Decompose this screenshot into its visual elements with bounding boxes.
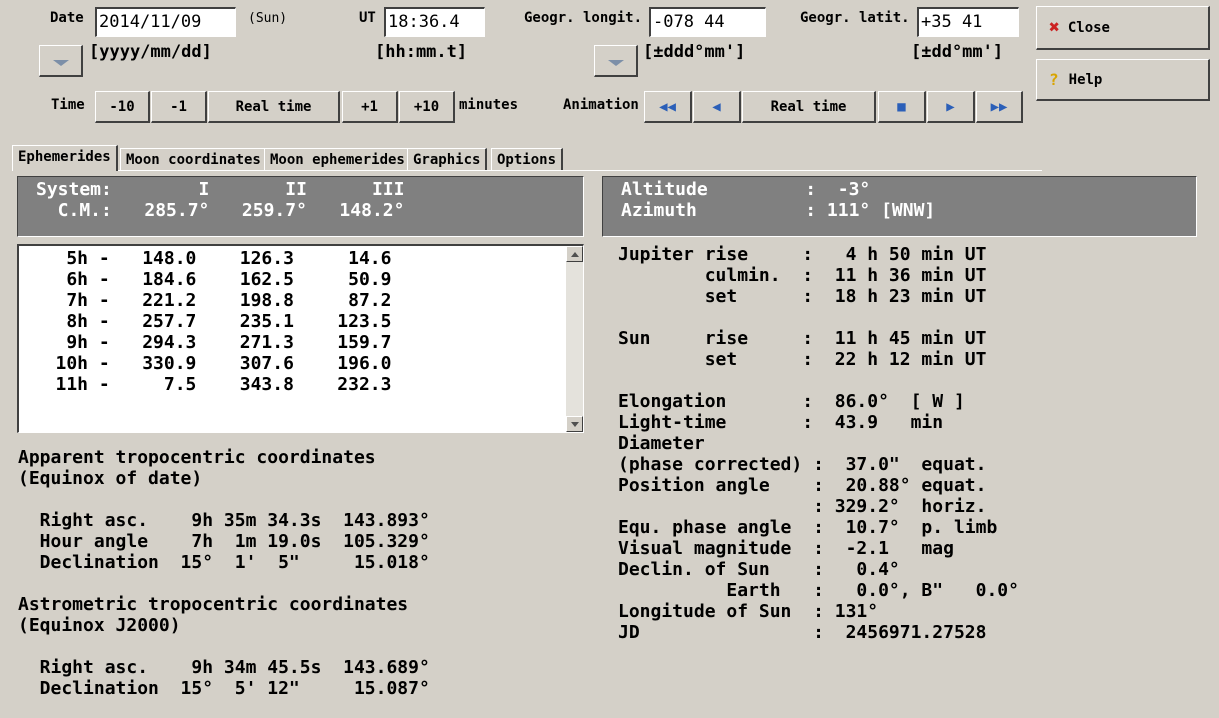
- longitude-label: Geogr. longit.: [524, 10, 643, 26]
- help-label: Help: [1068, 71, 1103, 88]
- tab-ephemerides[interactable]: Ephemerides: [12, 145, 118, 171]
- cm-table-list[interactable]: 5h - 148.0 126.3 14.6 6h - 184.6 162.5 5…: [17, 244, 584, 433]
- apparent-right-ascension: Right asc. 9h 35m 34.3s 143.893°: [18, 510, 430, 531]
- info-line: Position angle : 20.88° equat.: [618, 475, 987, 496]
- date-dropdown-button[interactable]: [39, 45, 83, 77]
- date-field[interactable]: 2014/11/09: [95, 7, 236, 37]
- fast-rewind-icon: ◀◀: [659, 98, 676, 115]
- apparent-title: Apparent tropocentric coordinates: [18, 447, 376, 468]
- list-item: 5h - 148.0 126.3 14.6: [23, 248, 392, 269]
- animation-label: Animation: [563, 97, 639, 113]
- fast-forward-icon: ▶▶: [990, 98, 1008, 115]
- scroll-down-icon[interactable]: [566, 416, 583, 432]
- close-label: Close: [1067, 19, 1110, 36]
- latitude-format-hint: [±dd°mm']: [911, 42, 1004, 62]
- info-line: Equ. phase angle : 10.7° p. limb: [618, 517, 998, 538]
- astrometric-right-ascension: Right asc. 9h 34m 45.5s 143.689°: [18, 657, 430, 678]
- minutes-label: minutes: [459, 97, 519, 113]
- animation-forward-button[interactable]: ▶: [927, 91, 975, 123]
- azimuth-value: Azimuth : 111° [WNW]: [621, 200, 936, 221]
- animation-realtime-button[interactable]: Real time: [742, 91, 876, 123]
- longitude-field[interactable]: -078 44: [649, 7, 766, 37]
- info-line: Sun rise : 11 h 45 min UT: [618, 328, 987, 349]
- close-icon: ✖: [1049, 17, 1060, 38]
- info-line: Earth : 0.0°, B" 0.0°: [618, 580, 1019, 601]
- stop-icon: ■: [897, 98, 906, 115]
- longitude-dropdown-button[interactable]: [594, 45, 638, 77]
- info-line: Declin. of Sun : 0.4°: [618, 559, 900, 580]
- ut-format-hint: [hh:mm.t]: [375, 42, 468, 62]
- weekday-label: (Sun): [248, 11, 288, 26]
- tab-moon-ephemerides[interactable]: Moon ephemerides: [264, 148, 412, 170]
- step-forward-icon: ▶: [946, 98, 955, 115]
- list-item: 11h - 7.5 343.8 232.3: [23, 374, 392, 395]
- list-item: 9h - 294.3 271.3 159.7: [23, 332, 392, 353]
- apparent-subtitle: (Equinox of date): [18, 468, 203, 489]
- latitude-label: Geogr. latit.: [800, 10, 910, 26]
- time-minus10-button[interactable]: -10: [95, 91, 150, 123]
- info-line: Diameter: [618, 433, 705, 454]
- info-line: set : 18 h 23 min UT: [618, 286, 987, 307]
- apparent-declination: Declination 15° 1' 5" 15.018°: [18, 552, 430, 573]
- central-meridian-panel: System: I II III C.M.: 285.7° 259.7° 148…: [17, 176, 584, 237]
- animation-fast-forward-button[interactable]: ▶▶: [976, 91, 1023, 123]
- info-line: culmin. : 11 h 36 min UT: [618, 265, 987, 286]
- date-format-hint: [yyyy/mm/dd]: [89, 42, 212, 62]
- info-line: Elongation : 86.0° [ W ]: [618, 391, 965, 412]
- time-label: Time: [51, 97, 85, 113]
- astrometric-title: Astrometric tropocentric coordinates: [18, 594, 409, 615]
- info-line: Jupiter rise : 4 h 50 min UT: [618, 244, 987, 265]
- info-line: : 329.2° horiz.: [618, 496, 987, 517]
- info-line: Longitude of Sun : 131°: [618, 601, 879, 622]
- vertical-scrollbar[interactable]: [566, 246, 583, 432]
- date-label: Date: [50, 10, 84, 26]
- apparent-hour-angle: Hour angle 7h 1m 19.0s 105.329°: [18, 531, 430, 552]
- info-line: set : 22 h 12 min UT: [618, 349, 987, 370]
- tab-options[interactable]: Options: [491, 148, 564, 170]
- list-item: 7h - 221.2 198.8 87.2: [23, 290, 392, 311]
- tab-graphics[interactable]: Graphics: [407, 148, 488, 170]
- time-realtime-button[interactable]: Real time: [208, 91, 340, 123]
- info-line: Light-time : 43.9 min: [618, 412, 944, 433]
- step-back-icon: ◀: [712, 98, 721, 115]
- time-minus1-button[interactable]: -1: [151, 91, 207, 123]
- close-button[interactable]: ✖ Close: [1036, 6, 1210, 50]
- altitude-azimuth-panel: Altitude : -3° Azimuth : 111° [WNW]: [602, 176, 1197, 237]
- time-plus1-button[interactable]: +1: [342, 91, 398, 123]
- scroll-up-icon[interactable]: [566, 246, 583, 262]
- info-line: (phase corrected) : 37.0" equat.: [618, 454, 987, 475]
- cm-system-header: System: I II III: [36, 179, 405, 200]
- animation-fast-back-button[interactable]: ◀◀: [644, 91, 692, 123]
- ut-label: UT: [359, 10, 376, 26]
- animation-stop-button[interactable]: ■: [878, 91, 926, 123]
- longitude-format-hint: [±ddd°mm']: [643, 42, 746, 62]
- list-item: 6h - 184.6 162.5 50.9: [23, 269, 392, 290]
- time-plus10-button[interactable]: +10: [399, 91, 455, 123]
- tab-baseline: [12, 170, 1042, 171]
- help-icon: ?: [1049, 70, 1059, 89]
- info-line: Visual magnitude : -2.1 mag: [618, 538, 954, 559]
- info-line: JD : 2456971.27528: [618, 622, 987, 643]
- animation-back-button[interactable]: ◀: [693, 91, 741, 123]
- altitude-value: Altitude : -3°: [621, 179, 871, 200]
- list-item: 8h - 257.7 235.1 123.5: [23, 311, 392, 332]
- tab-moon-coordinates[interactable]: Moon coordinates: [120, 148, 268, 170]
- cm-values: C.M.: 285.7° 259.7° 148.2°: [36, 200, 405, 221]
- astrometric-subtitle: (Equinox J2000): [18, 615, 181, 636]
- ut-field[interactable]: 18:36.4: [384, 7, 485, 37]
- astrometric-declination: Declination 15° 5' 12" 15.087°: [18, 678, 430, 699]
- list-item: 10h - 330.9 307.6 196.0: [23, 353, 392, 374]
- latitude-field[interactable]: +35 41: [917, 7, 1019, 37]
- help-button[interactable]: ? Help: [1036, 59, 1210, 101]
